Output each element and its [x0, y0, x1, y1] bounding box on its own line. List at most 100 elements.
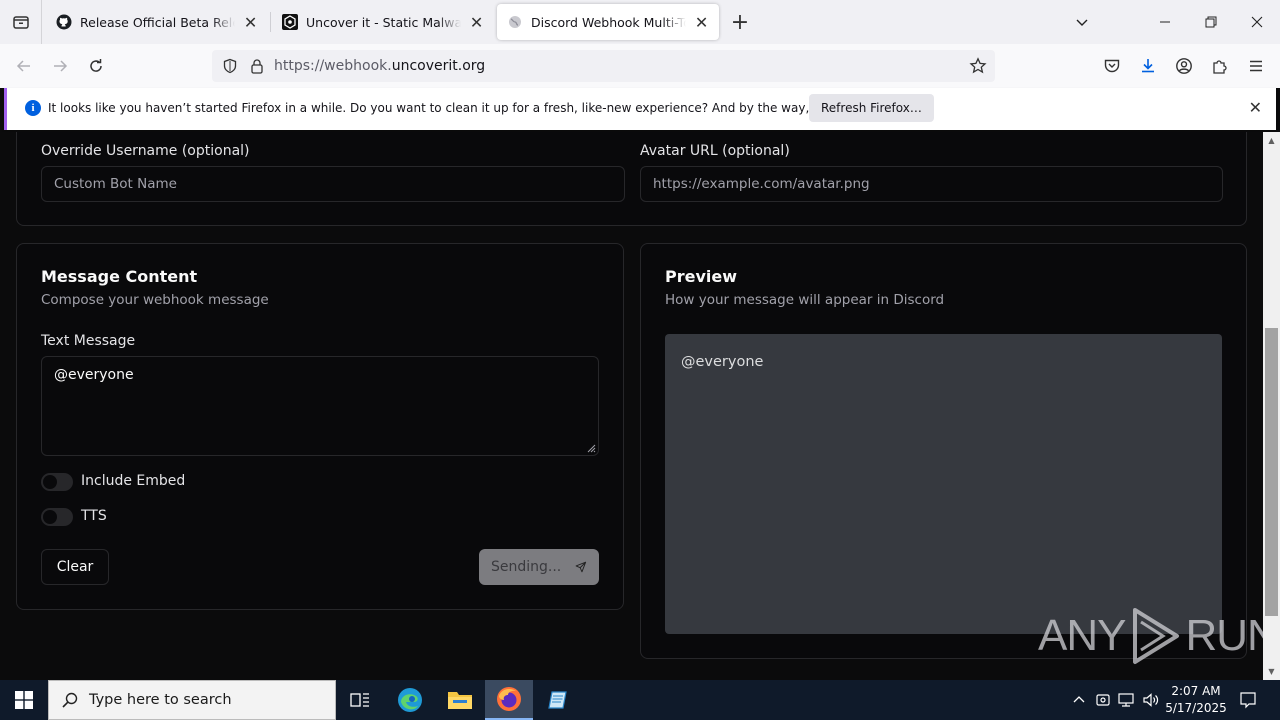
message-content-card: Message Content Compose your webhook mes… — [16, 243, 624, 610]
webhook-tool-page: Override Username (optional) Custom Bot … — [0, 132, 1263, 680]
tab-title: Uncover it - Static Malware Con — [306, 14, 462, 30]
url-prefix: https://webhook. — [274, 58, 392, 74]
preview-message-text: @everyone — [681, 354, 764, 370]
scroll-down-arrow-icon[interactable]: ▼ — [1263, 663, 1280, 680]
close-window-button[interactable] — [1234, 0, 1280, 44]
taskbar-search-box[interactable]: Type here to search — [48, 680, 336, 720]
show-hidden-icons-button[interactable] — [1068, 680, 1090, 720]
identity-card: Override Username (optional) Custom Bot … — [16, 132, 1247, 226]
switch-knob — [43, 510, 57, 524]
search-icon — [62, 692, 78, 708]
close-tab-icon[interactable]: ✕ — [243, 13, 258, 32]
message-card-title: Message Content — [41, 267, 198, 286]
app-menu-button[interactable] — [1242, 52, 1270, 80]
tab-discord-webhook[interactable]: Discord Webhook Multi-Tool ✕ — [497, 4, 719, 40]
chevron-down-icon — [1076, 19, 1088, 26]
close-tab-icon[interactable]: ✕ — [694, 13, 709, 32]
notepad-icon — [548, 691, 567, 709]
forward-button[interactable] — [46, 52, 74, 80]
tab-strip: Release Official Beta Release! · B ✕ Unc… — [0, 0, 1280, 44]
notepad-taskbar-button[interactable] — [534, 680, 582, 720]
back-button[interactable] — [10, 52, 38, 80]
clear-button[interactable]: Clear — [41, 549, 109, 585]
close-icon — [1251, 16, 1263, 28]
page-scrollbar[interactable]: ▲ ▼ — [1263, 132, 1280, 680]
task-view-button[interactable] — [336, 680, 384, 720]
windows-taskbar: Type here to search 2:07 AM 5/17/2025 — [0, 680, 1280, 720]
tts-label: TTS — [81, 508, 107, 524]
avatar-url-label: Avatar URL (optional) — [640, 143, 790, 159]
network-button[interactable] — [1116, 680, 1138, 720]
refresh-firefox-notification: i It looks like you haven’t started Fire… — [4, 88, 1276, 130]
text-message-label: Text Message — [41, 333, 136, 349]
action-center-button[interactable] — [1234, 680, 1262, 720]
switch-knob — [43, 475, 57, 489]
list-all-tabs-button[interactable] — [0, 0, 42, 44]
meet-now-button[interactable] — [1092, 680, 1114, 720]
refresh-firefox-button[interactable]: Refresh Firefox… — [809, 94, 934, 122]
github-icon — [56, 14, 72, 30]
plus-icon: + — [730, 9, 750, 35]
preview-card-title: Preview — [665, 267, 738, 286]
close-notification-icon[interactable]: ✕ — [1249, 98, 1262, 117]
account-icon — [1176, 58, 1192, 74]
network-icon — [1118, 693, 1134, 707]
username-label: Override Username (optional) — [41, 143, 250, 159]
include-embed-switch[interactable] — [41, 473, 73, 491]
lock-icon[interactable] — [247, 56, 267, 76]
tab-github-release[interactable]: Release Official Beta Release! · B ✕ — [46, 4, 268, 40]
extensions-button[interactable] — [1206, 52, 1234, 80]
tab-uncoverit[interactable]: Uncover it - Static Malware Con ✕ — [272, 4, 494, 40]
arrow-left-icon — [16, 60, 30, 72]
volume-button[interactable] — [1140, 680, 1162, 720]
send-button-label: Sending... — [491, 559, 562, 575]
navigation-bar: https://webhook.uncoverit.org — [0, 44, 1280, 88]
play-logo-icon — [1133, 608, 1180, 664]
file-explorer-taskbar-button[interactable] — [436, 680, 484, 720]
scroll-up-arrow-icon[interactable]: ▲ — [1263, 132, 1280, 149]
reload-icon — [90, 59, 102, 72]
firefox-taskbar-button[interactable] — [485, 680, 533, 720]
tab-separator — [270, 12, 271, 32]
reload-button[interactable] — [82, 52, 110, 80]
username-input[interactable]: Custom Bot Name — [41, 166, 625, 202]
tracking-protection-shield-icon[interactable] — [220, 56, 240, 76]
notification-icon — [1240, 692, 1256, 709]
chevron-up-icon — [1073, 696, 1085, 703]
info-icon: i — [25, 100, 41, 116]
restore-icon — [1205, 16, 1217, 28]
edge-taskbar-button[interactable] — [386, 680, 434, 720]
speaker-icon — [1143, 693, 1159, 707]
url-domain: uncoverit.org — [391, 58, 486, 74]
bookmark-star-icon[interactable] — [968, 56, 988, 76]
pocket-button[interactable] — [1098, 52, 1126, 80]
anyrun-watermark: ANY RUN — [1038, 606, 1263, 666]
taskbar-clock[interactable]: 2:07 AM 5/17/2025 — [1160, 683, 1232, 717]
resize-handle-icon[interactable] — [586, 443, 596, 453]
notification-message: It looks like you haven’t started Firefo… — [48, 101, 904, 115]
close-tab-icon[interactable]: ✕ — [469, 13, 484, 32]
watermark-right-text: RUN — [1185, 611, 1263, 660]
new-tab-button[interactable]: + — [728, 9, 752, 35]
tts-switch[interactable] — [41, 508, 73, 526]
tab-overflow-button[interactable] — [1059, 0, 1105, 44]
discord-preview-box: @everyone — [665, 334, 1222, 634]
downloads-button[interactable] — [1134, 52, 1162, 80]
account-button[interactable] — [1170, 52, 1198, 80]
minimize-button[interactable] — [1142, 0, 1188, 44]
clock-date: 5/17/2025 — [1165, 701, 1227, 715]
preview-card: Preview How your message will appear in … — [640, 243, 1247, 659]
include-embed-label: Include Embed — [81, 473, 186, 489]
restore-button[interactable] — [1188, 0, 1234, 44]
hamburger-menu-icon — [1250, 60, 1262, 72]
address-bar[interactable]: https://webhook.uncoverit.org — [212, 50, 995, 82]
send-icon — [575, 561, 587, 573]
watermark-left-text: ANY — [1038, 611, 1126, 660]
send-button[interactable]: Sending... — [479, 549, 599, 585]
avatar-url-input[interactable]: https://example.com/avatar.png — [640, 166, 1223, 202]
scrollbar-thumb[interactable] — [1265, 328, 1278, 616]
text-message-textarea[interactable]: @everyone — [41, 356, 599, 456]
start-button[interactable] — [0, 680, 48, 720]
search-placeholder: Type here to search — [89, 692, 232, 708]
firefox-icon — [497, 687, 521, 711]
